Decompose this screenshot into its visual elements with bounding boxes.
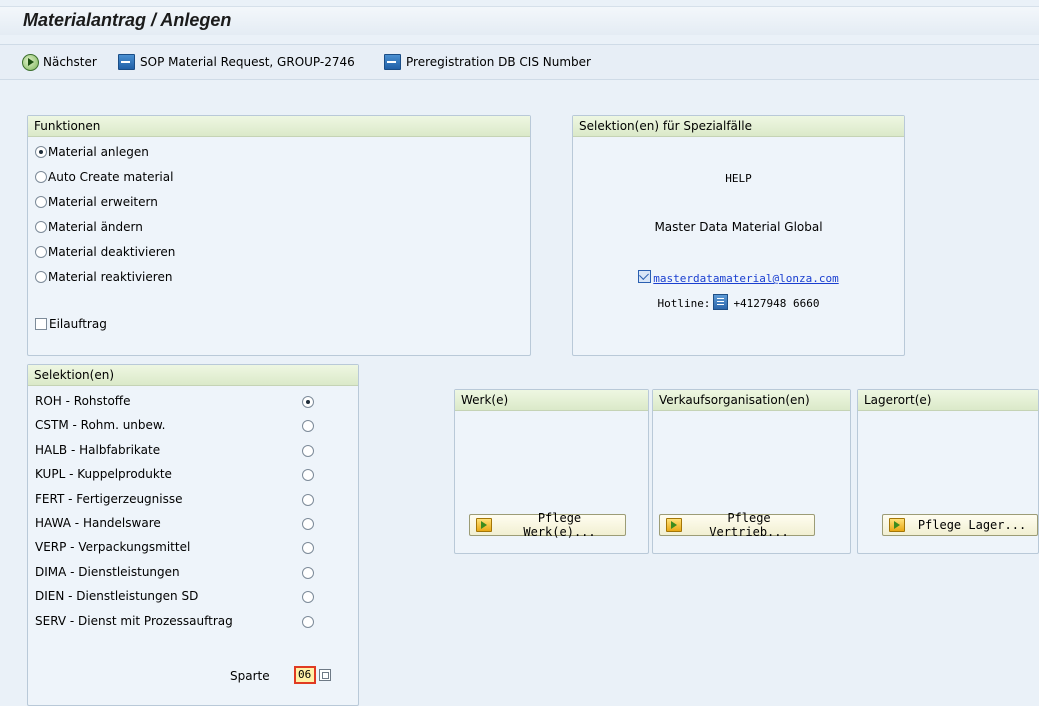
funktion-option[interactable]: Auto Create material <box>35 170 173 184</box>
radio-button[interactable] <box>35 221 47 233</box>
materialart-label: FERT - Fertigerzeugnisse <box>35 491 183 506</box>
verkaufsorganisation-header: Verkaufsorganisation(en) <box>653 390 850 411</box>
funktionen-header: Funktionen <box>28 116 530 137</box>
team-name: Master Data Material Global <box>654 220 823 234</box>
funktion-option-label: Material ändern <box>48 220 143 234</box>
preregistration-button[interactable]: Preregistration DB CIS Number <box>384 53 591 71</box>
eilauftrag-label: Eilauftrag <box>49 317 107 331</box>
funktion-option[interactable]: Material ändern <box>35 220 143 234</box>
next-button[interactable]: Nächster <box>22 53 97 71</box>
verkaufsorganisation-group: Verkaufsorganisation(en) Pflege Vertrieb… <box>652 389 851 554</box>
page-title: Materialantrag / Anlegen <box>23 10 232 30</box>
radio-button[interactable] <box>35 246 47 258</box>
werk-group: Werk(e) Pflege Werk(e)... <box>454 389 649 554</box>
funktion-option[interactable]: Material reaktivieren <box>35 270 172 284</box>
radio-button[interactable] <box>35 146 47 158</box>
maintain-icon <box>476 518 492 532</box>
funktion-option[interactable]: Material erweitern <box>35 195 158 209</box>
funktionen-group: Funktionen Material anlegen Auto Create m… <box>27 115 531 356</box>
mail-icon <box>638 270 652 283</box>
title-bar: Materialantrag / Anlegen <box>0 6 1039 35</box>
email-link[interactable]: masterdatamaterial@lonza.com <box>653 272 838 285</box>
email-line: masterdatamaterial@lonza.com <box>573 270 904 285</box>
sparte-label: Sparte <box>230 669 270 683</box>
materialart-label: DIEN - Dienstleistungen SD <box>35 589 199 604</box>
checkbox[interactable] <box>35 318 47 330</box>
hotline-number: +4127948 6660 <box>733 297 820 310</box>
materialart-label: VERP - Verpackungsmittel <box>35 540 191 555</box>
funktion-option-label: Material deaktivieren <box>48 245 176 259</box>
materialart-label: HAWA - Handelsware <box>35 516 161 530</box>
materialart-radio[interactable] <box>302 444 314 457</box>
hotline-line: Hotline: +4127948 6660 <box>573 294 904 310</box>
spezialfaelle-header: Selektion(en) für Spezialfälle <box>573 116 904 137</box>
phone-icon <box>713 294 729 310</box>
materialart-radio[interactable] <box>302 469 314 482</box>
funktion-option[interactable]: Material anlegen <box>35 145 149 159</box>
materialart-radio[interactable] <box>302 615 314 628</box>
sop-material-request-button[interactable]: SOP Material Request, GROUP-2746 <box>118 53 355 71</box>
help-text: HELP <box>725 172 752 185</box>
pflege-lager-label: Pflege Lager... <box>917 518 1027 532</box>
materialart-radio[interactable] <box>302 518 314 530</box>
materialart-label: SERV - Dienst mit Prozessauftrag <box>35 613 233 628</box>
materialart-label: KUPL - Kuppelprodukte <box>35 467 172 482</box>
eilauftrag-checkbox[interactable]: Eilauftrag <box>35 317 107 331</box>
funktion-option-label: Material erweitern <box>48 195 158 209</box>
materialart-label: HALB - Halbfabrikate <box>35 442 161 457</box>
lagerort-group: Lagerort(e) Pflege Lager... <box>857 389 1039 554</box>
document-icon <box>118 54 135 70</box>
funktion-option-label: Material reaktivieren <box>48 270 173 284</box>
materialart-radio[interactable] <box>302 566 314 579</box>
radio-button[interactable] <box>35 196 47 208</box>
radio-button[interactable] <box>35 171 47 183</box>
application-toolbar: Nächster SOP Material Request, GROUP-274… <box>0 44 1039 80</box>
materialart-label: DIMA - Dienstleistungen <box>35 564 180 579</box>
materialart-radio[interactable] <box>302 493 314 506</box>
funktion-option[interactable]: Material deaktivieren <box>35 245 175 259</box>
funktion-option-label: Material anlegen <box>48 145 149 159</box>
materialart-radio[interactable] <box>302 591 314 604</box>
selektion-group: Selektion(en) ROH - Rohstoffe CSTM - Rohm… <box>27 364 359 706</box>
pflege-vertrieb-button[interactable]: Pflege Vertrieb... <box>659 511 815 539</box>
next-label: Nächster <box>43 55 97 69</box>
sparte-input[interactable]: 06 <box>294 666 316 684</box>
spezialfaelle-group: Selektion(en) für Spezialfälle HELP Mast… <box>572 115 905 356</box>
lagerort-header: Lagerort(e) <box>858 390 1038 411</box>
radio-button[interactable] <box>35 271 47 283</box>
materialart-radio[interactable] <box>302 542 314 555</box>
selektion-header: Selektion(en) <box>28 365 358 386</box>
materialart-label: CSTM - Rohm. unbew. <box>35 418 166 433</box>
funktion-option-label: Auto Create material <box>48 170 174 184</box>
maintain-icon <box>666 518 682 532</box>
pflege-werk-label: Pflege Werk(e)... <box>523 511 596 539</box>
prereg-label: Preregistration DB CIS Number <box>406 55 591 69</box>
maintain-icon <box>889 518 905 532</box>
pflege-vertrieb-label: Pflege Vertrieb... <box>709 511 789 539</box>
pflege-lager-button[interactable]: Pflege Lager... <box>882 514 1038 536</box>
execute-icon <box>22 53 39 71</box>
werk-header: Werk(e) <box>455 390 648 411</box>
sop-label: SOP Material Request, GROUP-2746 <box>140 55 355 69</box>
document-icon <box>384 54 401 70</box>
value-help-icon[interactable] <box>319 669 331 681</box>
pflege-werk-button[interactable]: Pflege Werk(e)... <box>469 511 626 539</box>
hotline-label: Hotline: <box>657 297 711 310</box>
materialart-radio[interactable] <box>302 420 314 433</box>
materialart-label: ROH - Rohstoffe <box>35 394 131 408</box>
materialart-radio[interactable] <box>302 396 314 408</box>
